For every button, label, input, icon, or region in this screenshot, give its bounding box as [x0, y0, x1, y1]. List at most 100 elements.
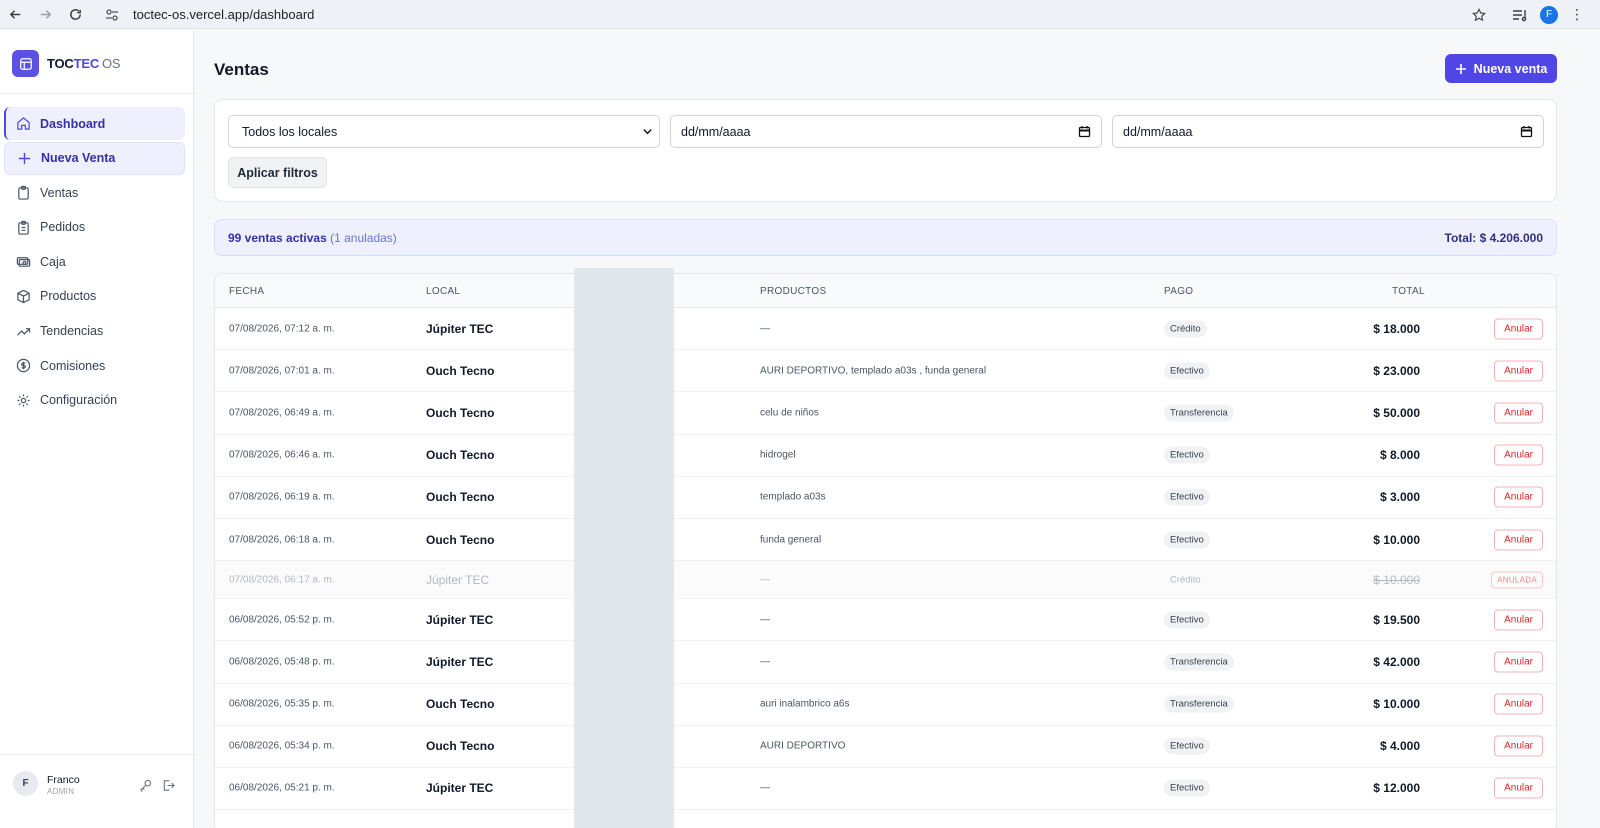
- trending-icon: [15, 323, 31, 339]
- row-date: 06/08/2026, 05:21 p. m.: [229, 782, 335, 794]
- calendar-icon[interactable]: [1078, 125, 1091, 138]
- sidebar-item-caja[interactable]: Caja: [4, 245, 185, 278]
- table-row: 06/08/2026, 05:35 p. m. Ouch Tecno auri …: [215, 684, 1556, 726]
- browser-toolbar: toctec-os.vercel.app/dashboard F ⋮: [0, 0, 1600, 29]
- payment-badge: Crédito: [1164, 320, 1207, 338]
- reading-list-icon[interactable]: [1512, 8, 1528, 22]
- row-local: Ouch Tecno: [426, 405, 495, 420]
- row-local: Júpiter TEC: [426, 781, 494, 796]
- menu-icon[interactable]: ⋮: [1570, 6, 1584, 23]
- plus-icon: [16, 150, 32, 166]
- sidebar-item-comisiones[interactable]: Comisiones: [4, 349, 185, 382]
- row-total: $ 19.500: [1373, 612, 1420, 627]
- filters-card: Todos los locales dd/mm/aaaa dd/mm/aaaa …: [214, 99, 1557, 202]
- void-button[interactable]: Anular: [1494, 651, 1543, 673]
- void-button[interactable]: Anular: [1494, 609, 1543, 631]
- sidebar-item-ventas[interactable]: Ventas: [4, 176, 185, 209]
- row-local: Ouch Tecno: [426, 448, 495, 463]
- row-total: $ 8.000: [1379, 448, 1420, 463]
- sidebar: TOCTEC OS Dashboard Nueva Venta Ventas Pe…: [0, 30, 194, 828]
- row-total: $ 42.000: [1373, 654, 1420, 669]
- table-row: 07/08/2026, 06:19 a. m. Ouch Tecno templ…: [215, 477, 1556, 519]
- url-text: toctec-os.vercel.app/dashboard: [133, 7, 315, 22]
- row-products: —: [760, 656, 770, 668]
- table-row: 06/08/2026, 05:52 p. m. Júpiter TEC — Ef…: [215, 599, 1556, 642]
- column-header-payment: PAGO: [1164, 286, 1194, 297]
- row-date: 07/08/2026, 06:19 a. m.: [229, 491, 335, 503]
- void-button[interactable]: Anular: [1494, 444, 1543, 466]
- payment-badge: Efectivo: [1164, 779, 1210, 797]
- logout-icon[interactable]: [162, 779, 175, 792]
- row-date: 06/08/2026, 05:52 p. m.: [229, 614, 335, 626]
- payment-badge: Efectivo: [1164, 611, 1210, 629]
- sales-summary: 99 ventas activas (1 anuladas) Total: $ …: [214, 219, 1557, 256]
- void-button[interactable]: Anular: [1494, 360, 1543, 382]
- chevron-down-icon: [642, 126, 653, 137]
- void-button[interactable]: Anular: [1494, 735, 1543, 757]
- box-icon: [15, 288, 31, 304]
- brand[interactable]: TOCTEC OS: [12, 50, 121, 77]
- page-title: Ventas: [214, 60, 269, 79]
- address-bar[interactable]: toctec-os.vercel.app/dashboard: [99, 3, 1489, 26]
- sidebar-item-pedidos[interactable]: Pedidos: [4, 211, 185, 244]
- void-button[interactable]: Anular: [1494, 777, 1543, 799]
- avatar: F: [13, 771, 38, 796]
- profile-avatar[interactable]: F: [1540, 5, 1558, 24]
- key-icon[interactable]: [139, 779, 152, 792]
- column-header-total: TOTAL: [1392, 286, 1425, 297]
- table-row: 06/08/2026, 05:48 p. m. Júpiter TEC — Tr…: [215, 641, 1556, 684]
- calendar-icon[interactable]: [1520, 125, 1533, 138]
- void-button[interactable]: Anular: [1494, 486, 1543, 508]
- sidebar-item-tendencias[interactable]: Tendencias: [4, 315, 185, 348]
- row-products: —: [760, 614, 770, 626]
- new-sale-button[interactable]: Nueva venta: [1445, 54, 1557, 83]
- forward-icon[interactable]: [30, 0, 60, 29]
- star-icon[interactable]: [1472, 7, 1486, 22]
- apply-filters-button[interactable]: Aplicar filtros: [228, 157, 327, 188]
- row-total: $ 3.000: [1379, 490, 1420, 505]
- row-products: —: [760, 782, 770, 794]
- sidebar-item-label: Configuración: [40, 393, 118, 408]
- table-row: 07/08/2026, 07:01 a. m. Ouch Tecno AURI …: [215, 350, 1556, 393]
- row-total: $ 4.000: [1379, 739, 1420, 754]
- row-date: 07/08/2026, 07:01 a. m.: [229, 365, 335, 377]
- row-date: 07/08/2026, 06:17 a. m.: [229, 574, 335, 586]
- payment-badge: Transferencia: [1164, 404, 1234, 422]
- gear-icon: [15, 392, 31, 408]
- sidebar-item-nueva-venta[interactable]: Nueva Venta: [4, 141, 185, 175]
- row-local: Ouch Tecno: [426, 363, 495, 378]
- site-settings-icon[interactable]: [105, 8, 119, 22]
- date-from-placeholder: dd/mm/aaaa: [681, 124, 751, 139]
- void-button[interactable]: Anular: [1494, 402, 1543, 424]
- sidebar-item-dashboard[interactable]: Dashboard: [4, 107, 185, 140]
- row-total: $ 10.000: [1373, 572, 1420, 587]
- row-date: 06/08/2026, 05:34 p. m.: [229, 740, 335, 752]
- sidebar-nav: Dashboard Nueva Venta Ventas Pedidos Caj…: [4, 107, 185, 418]
- payment-badge: Crédito: [1170, 574, 1201, 586]
- date-to-placeholder: dd/mm/aaaa: [1123, 124, 1193, 139]
- row-local: Júpiter TEC: [426, 572, 490, 587]
- divider: [0, 93, 193, 94]
- local-select-value: Todos los locales: [242, 124, 338, 139]
- date-from-input[interactable]: dd/mm/aaaa: [670, 115, 1102, 148]
- sales-table: FECHA LOCAL PRODUCTOS PAGO TOTAL 07/08/2…: [214, 273, 1557, 828]
- date-to-input[interactable]: dd/mm/aaaa: [1112, 115, 1544, 148]
- brand-logo-icon: [12, 50, 39, 77]
- void-button[interactable]: Anular: [1494, 318, 1543, 340]
- sidebar-item-label: Dashboard: [40, 116, 106, 131]
- local-select[interactable]: Todos los locales: [228, 115, 660, 148]
- table-row: 06/08/2026, 05:34 p. m. Ouch Tecno AURI …: [215, 726, 1556, 768]
- sidebar-item-configuracion[interactable]: Configuración: [4, 384, 185, 417]
- reload-icon[interactable]: [60, 0, 90, 29]
- back-icon[interactable]: [0, 0, 30, 29]
- column-header-products: PRODUCTOS: [760, 286, 827, 297]
- row-local: Ouch Tecno: [426, 532, 495, 547]
- void-button[interactable]: Anular: [1494, 529, 1543, 551]
- table-body: 07/08/2026, 07:12 a. m. Júpiter TEC — Cr…: [215, 308, 1556, 811]
- column-header-date: FECHA: [229, 286, 265, 297]
- sidebar-item-productos[interactable]: Productos: [4, 280, 185, 313]
- void-button[interactable]: Anular: [1494, 693, 1543, 715]
- voided-badge: ANULADA: [1491, 571, 1543, 589]
- row-date: 06/08/2026, 05:35 p. m.: [229, 698, 335, 710]
- row-date: 07/08/2026, 06:46 a. m.: [229, 449, 335, 461]
